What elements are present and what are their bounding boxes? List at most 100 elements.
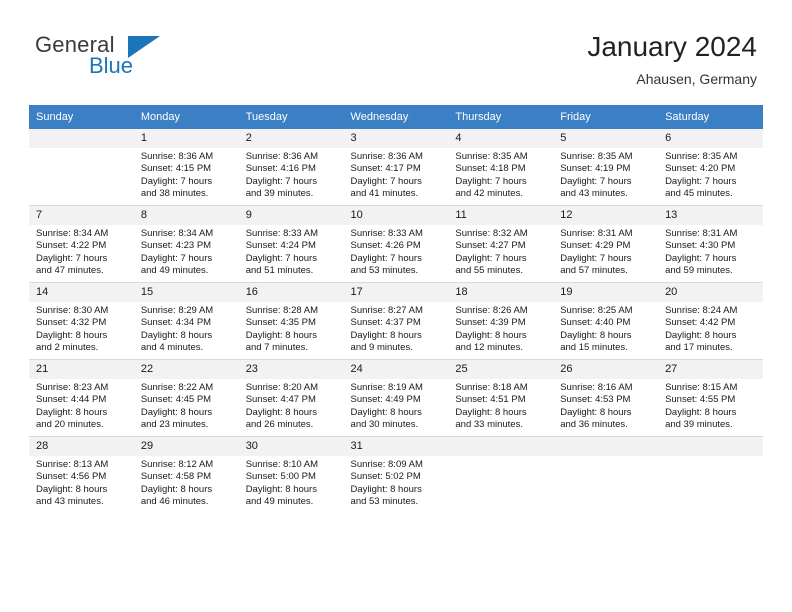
page-header: General Blue January 2024 Ahausen, Germa…: [35, 30, 757, 96]
daylight-text-line2: and 4 minutes.: [140, 342, 204, 354]
calendar-day-cell[interactable]: 23 Sunrise: 8:20 AM Sunset: 4:47 PM Dayligh…: [238, 359, 344, 437]
sunrise-text: Sunrise: 8:19 AM: [350, 382, 423, 393]
sunrise-text: Sunrise: 8:29 AM: [140, 305, 214, 316]
day-details: Sunrise: 8:26 AM Sunset: 4:39 PM Daylight:…: [448, 302, 553, 355]
sunrise-text: Sunrise: 8:36 AM: [245, 151, 319, 162]
sunset-text: Sunset: 4:58 PM: [140, 471, 212, 483]
sunset-text: Sunset: 4:15 PM: [140, 163, 212, 175]
sunrise-text: Sunrise: 8:33 AM: [245, 228, 319, 239]
daylight-text-line2: and 30 minutes.: [350, 419, 419, 431]
calendar-day-cell[interactable]: 28 Sunrise: 8:13 AM Sunset: 4:56 PM Dayligh…: [29, 436, 134, 513]
day-number: 28: [29, 437, 134, 456]
daylight-text-line2: and 41 minutes.: [350, 188, 419, 200]
day-details: Sunrise: 8:10 AM Sunset: 5:00 PM Daylight:…: [239, 456, 344, 509]
daylight-text-line1: Daylight: 8 hours: [560, 406, 632, 418]
calendar-week-row: 21 Sunrise: 8:23 AM Sunset: 4:44 PM Dayligh…: [29, 359, 763, 437]
sunset-text: Sunset: 4:42 PM: [665, 317, 736, 329]
calendar-day-cell[interactable]: 24 Sunrise: 8:19 AM Sunset: 4:49 PM Dayligh…: [343, 359, 449, 437]
calendar-day-cell[interactable]: 17 Sunrise: 8:27 AM Sunset: 4:37 PM Dayligh…: [343, 282, 449, 360]
sunrise-text: Sunrise: 8:30 AM: [36, 305, 109, 316]
calendar-day-cell[interactable]: 10 Sunrise: 8:33 AM Sunset: 4:26 PM Dayligh…: [343, 205, 449, 283]
day-details: Sunrise: 8:32 AM Sunset: 4:27 PM Daylight:…: [448, 225, 553, 278]
calendar-day-cell[interactable]: 27 Sunrise: 8:15 AM Sunset: 4:55 PM Dayligh…: [658, 359, 763, 437]
calendar-day-cell[interactable]: 31 Sunrise: 8:09 AM Sunset: 5:02 PM Dayligh…: [343, 436, 449, 513]
calendar-day-cell[interactable]: 19 Sunrise: 8:25 AM Sunset: 4:40 PM Dayligh…: [553, 282, 659, 360]
day-number: [29, 129, 134, 148]
day-details: Sunrise: 8:29 AM Sunset: 4:34 PM Daylight:…: [134, 302, 239, 355]
day-number: 19: [553, 283, 659, 302]
sunset-text: Sunset: 4:23 PM: [140, 240, 212, 252]
calendar-day-cell[interactable]: 2 Sunrise: 8:36 AM Sunset: 4:16 PM Daylight…: [238, 129, 344, 206]
day-details: Sunrise: 8:24 AM Sunset: 4:42 PM Daylight:…: [658, 302, 763, 355]
sunrise-text: Sunrise: 8:36 AM: [140, 151, 214, 162]
sunset-text: Sunset: 4:47 PM: [245, 394, 316, 406]
daylight-text-line2: and 49 minutes.: [245, 496, 314, 508]
daylight-text-line2: and 42 minutes.: [455, 188, 523, 200]
daylight-text-line1: Daylight: 7 hours: [350, 252, 422, 264]
day-details: Sunrise: 8:19 AM Sunset: 4:49 PM Daylight:…: [344, 379, 449, 432]
calendar-day-cell[interactable]: 13 Sunrise: 8:31 AM Sunset: 4:30 PM Dayligh…: [658, 205, 763, 283]
sunset-text: Sunset: 4:40 PM: [560, 317, 631, 329]
calendar-day-cell[interactable]: 22 Sunrise: 8:22 AM Sunset: 4:45 PM Dayligh…: [133, 359, 239, 437]
daylight-text-line1: Daylight: 8 hours: [140, 329, 213, 341]
calendar-day-cell[interactable]: 16 Sunrise: 8:28 AM Sunset: 4:35 PM Dayligh…: [238, 282, 344, 360]
day-details: Sunrise: 8:23 AM Sunset: 4:44 PM Daylight:…: [29, 379, 134, 432]
weekday-header-tuesday: Tuesday: [238, 105, 344, 129]
daylight-text-line1: Daylight: 8 hours: [665, 329, 737, 341]
day-details: Sunrise: 8:33 AM Sunset: 4:24 PM Daylight:…: [239, 225, 344, 278]
daylight-text-line2: and 51 minutes.: [245, 265, 314, 277]
calendar-day-cell[interactable]: 4 Sunrise: 8:35 AM Sunset: 4:18 PM Daylight…: [448, 129, 554, 206]
daylight-text-line1: Daylight: 7 hours: [455, 252, 527, 264]
daylight-text-line2: and 2 minutes.: [36, 342, 99, 354]
sunrise-text: Sunrise: 8:18 AM: [455, 382, 528, 393]
calendar-day-cell[interactable]: 6 Sunrise: 8:35 AM Sunset: 4:20 PM Daylight…: [658, 129, 763, 206]
day-details: Sunrise: 8:35 AM Sunset: 4:19 PM Daylight:…: [553, 148, 658, 201]
daylight-text-line2: and 53 minutes.: [350, 265, 419, 277]
daylight-text-line1: Daylight: 8 hours: [245, 406, 317, 418]
sunset-text: Sunset: 4:56 PM: [36, 471, 107, 483]
daylight-text-line1: Daylight: 8 hours: [665, 406, 737, 418]
calendar-day-cell[interactable]: 8 Sunrise: 8:34 AM Sunset: 4:23 PM Daylight…: [133, 205, 239, 283]
calendar-week-row: 1 Sunrise: 8:36 AM Sunset: 4:15 PM Daylight…: [29, 129, 763, 206]
calendar-day-cell[interactable]: 30 Sunrise: 8:10 AM Sunset: 5:00 PM Dayligh…: [238, 436, 344, 513]
sunset-text: Sunset: 4:32 PM: [36, 317, 107, 329]
calendar-day-cell[interactable]: 26 Sunrise: 8:16 AM Sunset: 4:53 PM Dayligh…: [553, 359, 659, 437]
calendar-day-cell[interactable]: 18 Sunrise: 8:26 AM Sunset: 4:39 PM Dayligh…: [448, 282, 554, 360]
sunset-text: Sunset: 4:26 PM: [350, 240, 421, 252]
calendar-day-cell[interactable]: 7 Sunrise: 8:34 AM Sunset: 4:22 PM Daylight…: [29, 205, 134, 283]
daylight-text-line1: Daylight: 7 hours: [455, 175, 527, 187]
sunrise-text: Sunrise: 8:28 AM: [245, 305, 319, 316]
calendar-day-cell[interactable]: 11 Sunrise: 8:32 AM Sunset: 4:27 PM Dayligh…: [448, 205, 554, 283]
calendar-day-cell[interactable]: 9 Sunrise: 8:33 AM Sunset: 4:24 PM Daylight…: [238, 205, 344, 283]
sunrise-text: Sunrise: 8:20 AM: [245, 382, 319, 393]
calendar-day-cell[interactable]: 20 Sunrise: 8:24 AM Sunset: 4:42 PM Dayligh…: [658, 282, 763, 360]
calendar-day-cell[interactable]: 12 Sunrise: 8:31 AM Sunset: 4:29 PM Dayligh…: [553, 205, 659, 283]
sunrise-text: Sunrise: 8:12 AM: [140, 459, 214, 470]
calendar-day-cell[interactable]: 25 Sunrise: 8:18 AM Sunset: 4:51 PM Dayligh…: [448, 359, 554, 437]
day-number: 7: [29, 206, 134, 225]
daylight-text-line2: and 55 minutes.: [455, 265, 523, 277]
calendar-head: Sunday Monday Tuesday Wednesday Thursday…: [29, 105, 763, 129]
calendar-day-cell[interactable]: 1 Sunrise: 8:36 AM Sunset: 4:15 PM Daylight…: [133, 129, 239, 206]
logo-text-blue: Blue: [89, 53, 134, 78]
day-details: Sunrise: 8:34 AM Sunset: 4:22 PM Daylight:…: [29, 225, 134, 278]
day-number: 25: [448, 360, 554, 379]
daylight-text-line2: and 36 minutes.: [560, 419, 628, 431]
sunrise-text: Sunrise: 8:35 AM: [455, 151, 528, 162]
general-blue-logo[interactable]: General Blue: [35, 32, 215, 88]
calendar-day-cell[interactable]: 14 Sunrise: 8:30 AM Sunset: 4:32 PM Dayligh…: [29, 282, 134, 360]
day-number: [658, 437, 763, 456]
calendar-day-cell[interactable]: 5 Sunrise: 8:35 AM Sunset: 4:19 PM Daylight…: [553, 129, 659, 206]
daylight-text-line2: and 43 minutes.: [36, 496, 104, 508]
sunset-text: Sunset: 4:18 PM: [455, 163, 526, 175]
calendar-day-cell[interactable]: 15 Sunrise: 8:29 AM Sunset: 4:34 PM Dayligh…: [133, 282, 239, 360]
sunset-text: Sunset: 4:19 PM: [560, 163, 631, 175]
calendar-day-cell[interactable]: 29 Sunrise: 8:12 AM Sunset: 4:58 PM Dayligh…: [133, 436, 239, 513]
sunrise-text: Sunrise: 8:22 AM: [140, 382, 214, 393]
calendar-day-cell[interactable]: 3 Sunrise: 8:36 AM Sunset: 4:17 PM Daylight…: [343, 129, 449, 206]
day-number: 8: [133, 206, 239, 225]
day-number: 3: [343, 129, 449, 148]
daylight-text-line1: Daylight: 8 hours: [560, 329, 632, 341]
page-title: January 2024: [587, 31, 757, 62]
calendar-day-cell[interactable]: 21 Sunrise: 8:23 AM Sunset: 4:44 PM Dayligh…: [29, 359, 134, 437]
